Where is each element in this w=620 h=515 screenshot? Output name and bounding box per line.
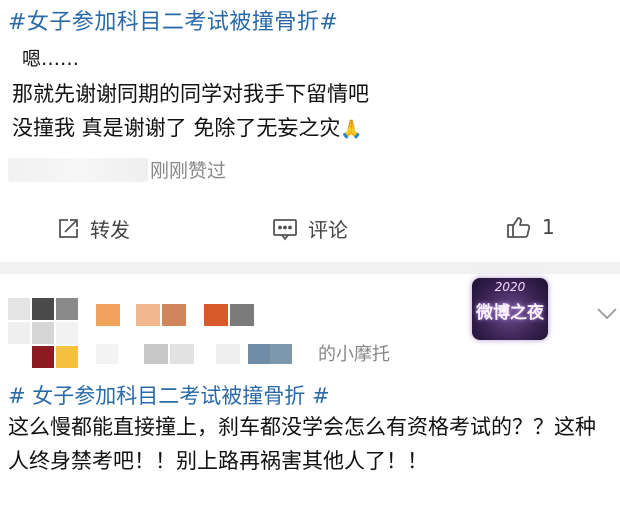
weibo-post-repost: 的小摩托 2020 微博之夜 # 女子参加科目二考试被撞骨折 # 这么慢都能直接… xyxy=(0,274,620,515)
chevron-down-icon xyxy=(596,306,618,325)
mosaic-tile xyxy=(32,346,54,368)
mosaic-tile xyxy=(248,344,270,364)
comment-button[interactable]: 评论 xyxy=(272,214,348,243)
liked-indicator: 刚刚赞过 xyxy=(8,152,248,186)
mosaic-tile xyxy=(270,344,292,364)
topic-hashtag[interactable]: #女子参加科目二考试被撞骨折# xyxy=(8,4,338,36)
mosaic-tile xyxy=(96,304,120,326)
mosaic-tile xyxy=(56,322,78,344)
mosaic-tile xyxy=(56,346,78,368)
post-text-line: 没撞我 真是谢谢了 免除了无妄之灾🙏 xyxy=(12,112,363,142)
mosaic-tile xyxy=(216,344,240,364)
blurred-username xyxy=(8,158,148,182)
mosaic-tile xyxy=(170,344,194,364)
share-label: 转发 xyxy=(90,218,130,242)
badge-text: 微博之夜 xyxy=(476,303,544,323)
post-text: 没撞我 真是谢谢了 免除了无妄之灾 xyxy=(12,116,341,140)
blurred-source xyxy=(96,344,312,364)
blurred-username[interactable] xyxy=(96,304,266,326)
mosaic-tile xyxy=(144,344,168,364)
thumbs-up-icon xyxy=(506,214,532,240)
comment-label: 评论 xyxy=(308,218,348,242)
mosaic-tile xyxy=(32,298,54,320)
weibo-night-badge: 2020 微博之夜 xyxy=(472,278,548,340)
mosaic-tile xyxy=(136,304,160,326)
liked-text: 刚刚赞过 xyxy=(150,160,227,182)
mosaic-tile xyxy=(204,304,228,326)
post-text-line: 嗯…… xyxy=(22,48,80,70)
topic-hashtag[interactable]: # 女子参加科目二考试被撞骨折 # xyxy=(8,380,330,410)
mosaic-tile xyxy=(162,304,186,326)
post-source: 的小摩托 xyxy=(318,344,390,365)
mosaic-tile xyxy=(32,322,54,344)
share-button[interactable]: 转发 xyxy=(56,214,130,243)
post-text-line: 那就先谢谢同期的同学对我手下留情吧 xyxy=(12,82,369,106)
comment-icon xyxy=(272,217,298,241)
feed-separator xyxy=(0,262,620,274)
badge-year: 2020 xyxy=(494,280,526,294)
pray-emoji: 🙏 xyxy=(340,119,363,140)
weibo-post-original: #女子参加科目二考试被撞骨折# 嗯…… 那就先谢谢同期的同学对我手下留情吧 没撞… xyxy=(0,0,620,262)
mosaic-tile xyxy=(56,298,78,320)
mosaic-tile xyxy=(8,322,30,344)
post-text: 这么慢都能直接撞上，刹车都没学会怎么有资格考试的？？这种人终身禁考吧！！别上路再… xyxy=(8,415,596,473)
action-bar: 转发 评论 1 xyxy=(0,206,620,254)
like-button[interactable]: 1 xyxy=(506,214,555,240)
mosaic-tile xyxy=(8,298,30,320)
mosaic-tile xyxy=(230,304,254,326)
avatar[interactable] xyxy=(8,298,80,370)
more-button[interactable] xyxy=(596,306,618,325)
mosaic-tile xyxy=(96,344,118,364)
share-icon xyxy=(56,217,80,241)
like-count: 1 xyxy=(542,215,555,239)
